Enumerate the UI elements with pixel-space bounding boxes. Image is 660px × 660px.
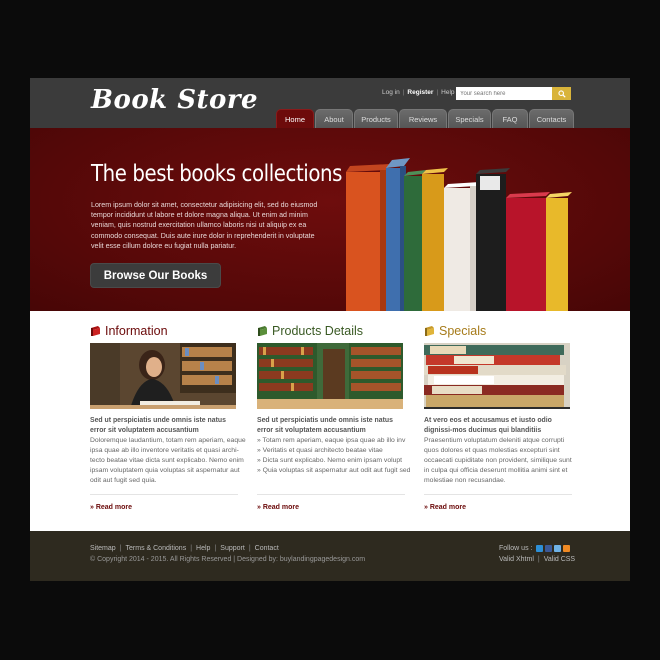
specials-title: Specials (439, 324, 487, 338)
tab-products[interactable]: Products (354, 109, 398, 128)
specials-heading: Specials (424, 323, 486, 339)
book-icon (258, 326, 267, 336)
valid-xhtml-link[interactable]: Valid Xhtml (499, 556, 534, 563)
specials-line: molestiae non recusandae. (424, 477, 506, 484)
products-details-subtitle: Sed ut perspiciatis unde omnis iste natu… (257, 417, 393, 434)
main-nav: Home About Products Reviews Specials FAQ… (276, 109, 575, 128)
list-item: » Totam rem aperiam, eaque ipsa quae ab … (257, 437, 406, 444)
hero-title: The best books collections (91, 161, 342, 187)
support-link[interactable]: Support (220, 545, 245, 552)
specials-line: occaecati cupiditate non provident, simi… (424, 457, 572, 464)
specials-line: in culpa qui officia deserunt mollitia a… (424, 467, 568, 474)
information-line: Doloremque laudantium, totam rem aperiam… (90, 437, 246, 444)
site-logo[interactable]: Book Store (91, 85, 258, 115)
book-icon (91, 326, 100, 336)
footer: Sitemap | Terms & Conditions | Help | Support |… (30, 531, 630, 581)
library-shelves-photo (257, 343, 403, 409)
information-line: tecto beatae vitae dicta sunt explicabo.… (90, 457, 244, 464)
register-link[interactable]: Register (407, 89, 433, 96)
reading-woman-photo (90, 343, 236, 409)
specials-line: Praesentium voluptatum deleniti atque co… (424, 437, 565, 444)
browse-books-button[interactable]: Browse Our Books (90, 263, 221, 288)
help-footer-link[interactable]: Help (196, 545, 210, 552)
tab-specials[interactable]: Specials (448, 109, 491, 128)
list-item: » Quia voluptas sit aspernatur aut odit … (257, 467, 411, 474)
sitemap-link[interactable]: Sitemap (90, 545, 116, 552)
specials-read-more-link[interactable]: » Read more (424, 504, 466, 511)
information-column: Information Sed ut perspiciatis unde omn… (90, 311, 246, 521)
information-heading: Information (90, 323, 168, 339)
divider (424, 494, 572, 495)
header: Book Store Log in|Register|Help Home Abo… (30, 78, 630, 128)
tab-faq[interactable]: FAQ (492, 109, 528, 128)
divider (90, 494, 238, 495)
valid-css-link[interactable]: Valid CSS (544, 556, 575, 563)
information-line: ipsa quae ab illo inventore veritatis et… (90, 447, 239, 454)
tab-about[interactable]: About (315, 109, 353, 128)
search-input[interactable] (456, 87, 552, 100)
products-details-heading: Products Details (257, 323, 363, 339)
follow-us-label: Follow us : (499, 545, 533, 552)
specials-text: Praesentium voluptatum deleniti atque co… (424, 436, 572, 486)
products-details-list: » Totam rem aperiam, eaque ipsa quae ab … (257, 436, 411, 476)
list-item: » Veritatis et quasi architecto beatae v… (257, 447, 383, 454)
information-subtitle: Sed ut perspiciatis unde omnis iste natu… (90, 417, 226, 434)
specials-line: quos dolores et quas molestias excepturi… (424, 447, 560, 454)
specials-subtitle: At vero eos et accusamus et iusto odio d… (424, 417, 552, 434)
books-illustration (346, 158, 572, 311)
information-read-more-link[interactable]: » Read more (90, 504, 132, 511)
follow-us: Follow us : (499, 545, 571, 552)
list-item: » Dicta sunt explicabo. Nemo enim ipsam … (257, 457, 403, 464)
footer-links: Sitemap | Terms & Conditions | Help | Support |… (90, 545, 279, 552)
tab-home[interactable]: Home (276, 109, 314, 128)
hero-text: Lorem ipsum dolor sit amet, consectetur … (91, 201, 318, 250)
tab-contacts[interactable]: Contacts (529, 109, 574, 128)
information-text: Doloremque laudantium, totam rem aperiam… (90, 436, 246, 486)
information-line: ipsam voluptatem quia voluptas sit asper… (90, 467, 240, 474)
top-links: Log in | Register | Help (382, 89, 455, 96)
products-details-column: Products Details Sed ut perspiciatis und… (257, 311, 411, 521)
page: Book Store Log in|Register|Help Home Abo… (30, 78, 630, 581)
book-stack-photo (424, 343, 570, 409)
delicious-icon[interactable] (554, 545, 562, 552)
tab-reviews[interactable]: Reviews (399, 109, 447, 128)
facebook-icon[interactable] (545, 545, 553, 552)
search-box (456, 87, 571, 100)
search-icon (557, 89, 566, 98)
copyright-text: © Copyright 2014 - 2015. All Rights Rese… (90, 556, 366, 563)
hero-banner: The best books collections Lorem ipsum d… (30, 128, 630, 311)
products-details-read-more-link[interactable]: » Read more (257, 504, 299, 511)
search-button[interactable] (552, 87, 571, 100)
book-icon (425, 326, 434, 336)
divider (257, 494, 405, 495)
rss-icon[interactable] (563, 545, 571, 552)
twitter-icon[interactable] (536, 545, 544, 552)
contact-link[interactable]: Contact (255, 545, 279, 552)
help-link[interactable]: Help (441, 89, 454, 96)
specials-column: Specials At vero eos et accusamus et ius… (424, 311, 572, 521)
terms-link[interactable]: Terms & Conditions (126, 545, 187, 552)
information-title: Information (105, 324, 168, 338)
products-details-title: Products Details (272, 324, 364, 338)
login-link[interactable]: Log in (382, 89, 400, 96)
validation-links: Valid Xhtml | Valid CSS (499, 556, 576, 563)
information-line: odit aut fugit sed quia. (90, 477, 157, 484)
